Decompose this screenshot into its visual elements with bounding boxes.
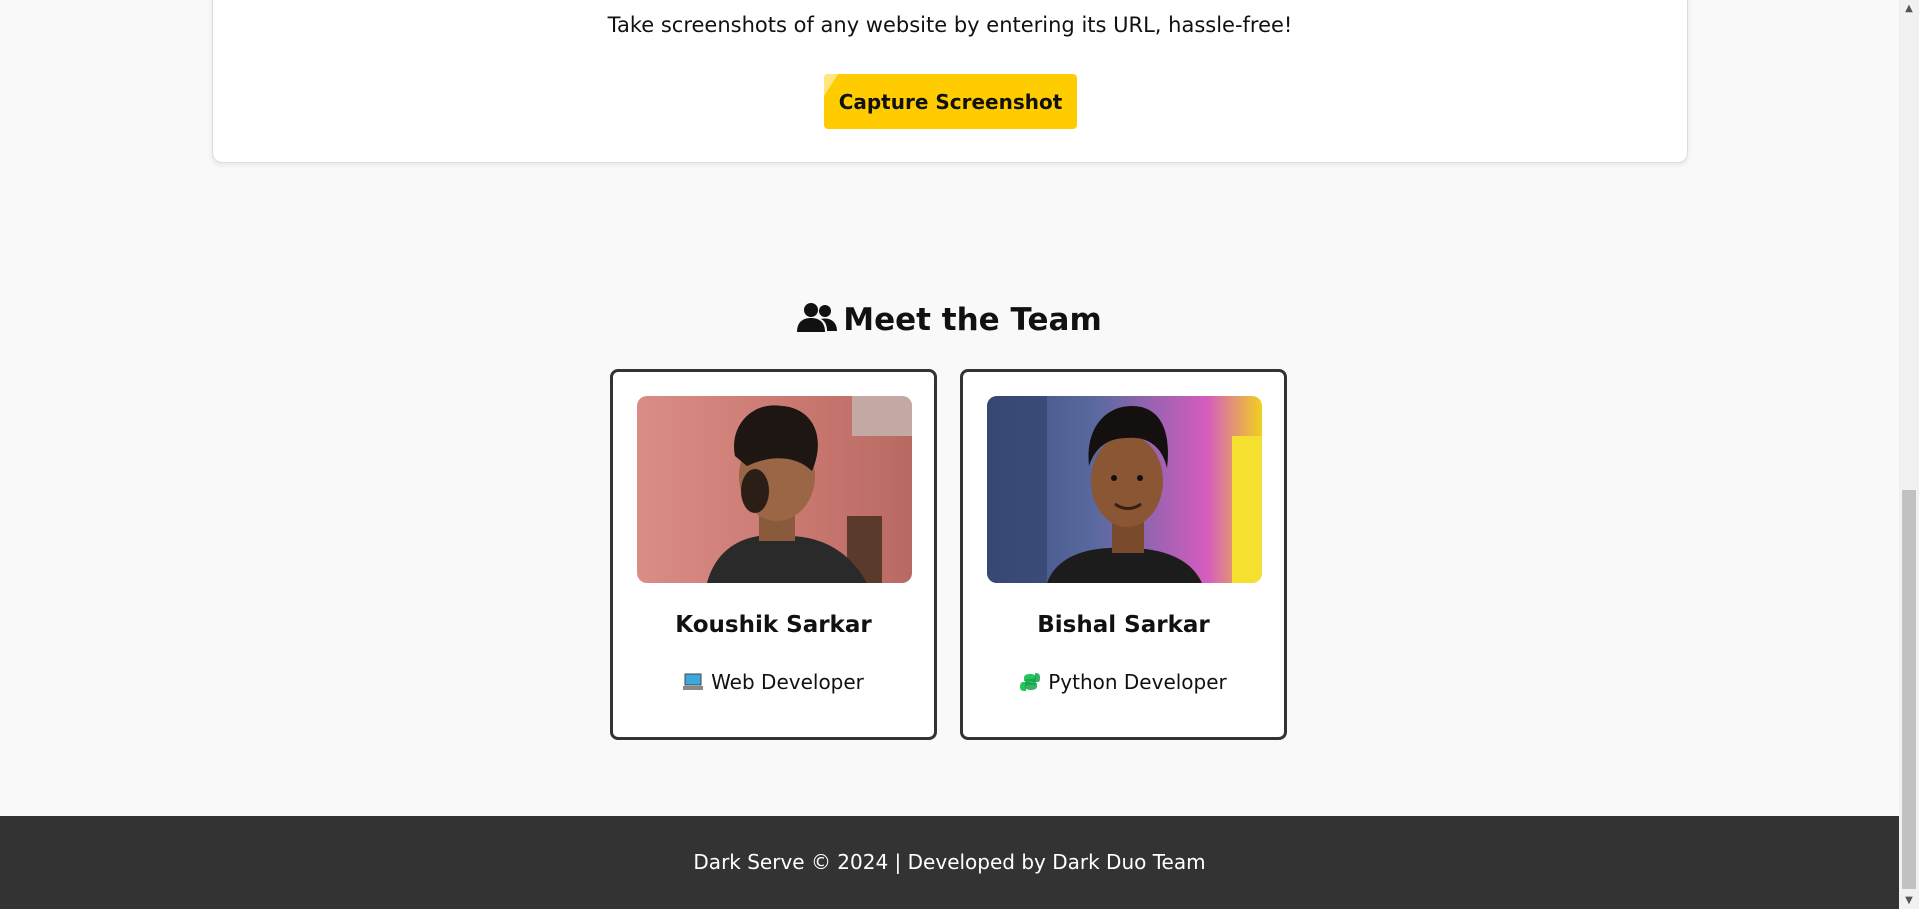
team-member-card: Bishal Sarkar Python Developer xyxy=(960,369,1287,740)
member-role-text: Python Developer xyxy=(1048,670,1227,694)
member-photo xyxy=(637,396,912,583)
capture-screenshot-button[interactable]: Capture Screenshot xyxy=(824,74,1077,129)
member-photo xyxy=(987,396,1262,583)
member-role: Python Developer xyxy=(963,670,1284,694)
capture-button-label: Capture Screenshot xyxy=(838,89,1063,114)
button-corner-decoration xyxy=(824,74,838,96)
team-member-card: Koushik Sarkar Web Developer xyxy=(610,369,937,740)
scroll-down-arrow-icon[interactable]: ▼ xyxy=(1899,892,1919,909)
capture-subtitle: Take screenshots of any website by enter… xyxy=(607,13,1293,37)
capture-card: Take screenshots of any website by enter… xyxy=(212,0,1688,163)
footer-text: Dark Serve © 2024 | Developed by Dark Du… xyxy=(693,850,1206,874)
users-icon xyxy=(797,303,838,332)
scroll-up-arrow-icon[interactable]: ▲ xyxy=(1899,0,1919,17)
member-role-text: Web Developer xyxy=(711,670,864,694)
browser-viewport: Take screenshots of any website by enter… xyxy=(0,0,1919,909)
laptop-icon xyxy=(683,673,704,690)
page: Take screenshots of any website by enter… xyxy=(0,0,1899,909)
footer: Dark Serve © 2024 | Developed by Dark Du… xyxy=(0,816,1899,909)
scrollbar-thumb[interactable] xyxy=(1902,490,1916,889)
member-photo-image xyxy=(637,396,912,583)
member-photo-image xyxy=(987,396,1262,583)
vertical-scrollbar[interactable]: ▲ ▼ xyxy=(1899,0,1919,909)
team-heading: Meet the Team xyxy=(0,302,1899,338)
team-heading-text: Meet the Team xyxy=(843,302,1102,338)
member-name: Koushik Sarkar xyxy=(675,612,872,638)
member-name: Bishal Sarkar xyxy=(1037,612,1210,638)
member-role: Web Developer xyxy=(613,670,934,694)
python-icon xyxy=(1020,673,1041,691)
